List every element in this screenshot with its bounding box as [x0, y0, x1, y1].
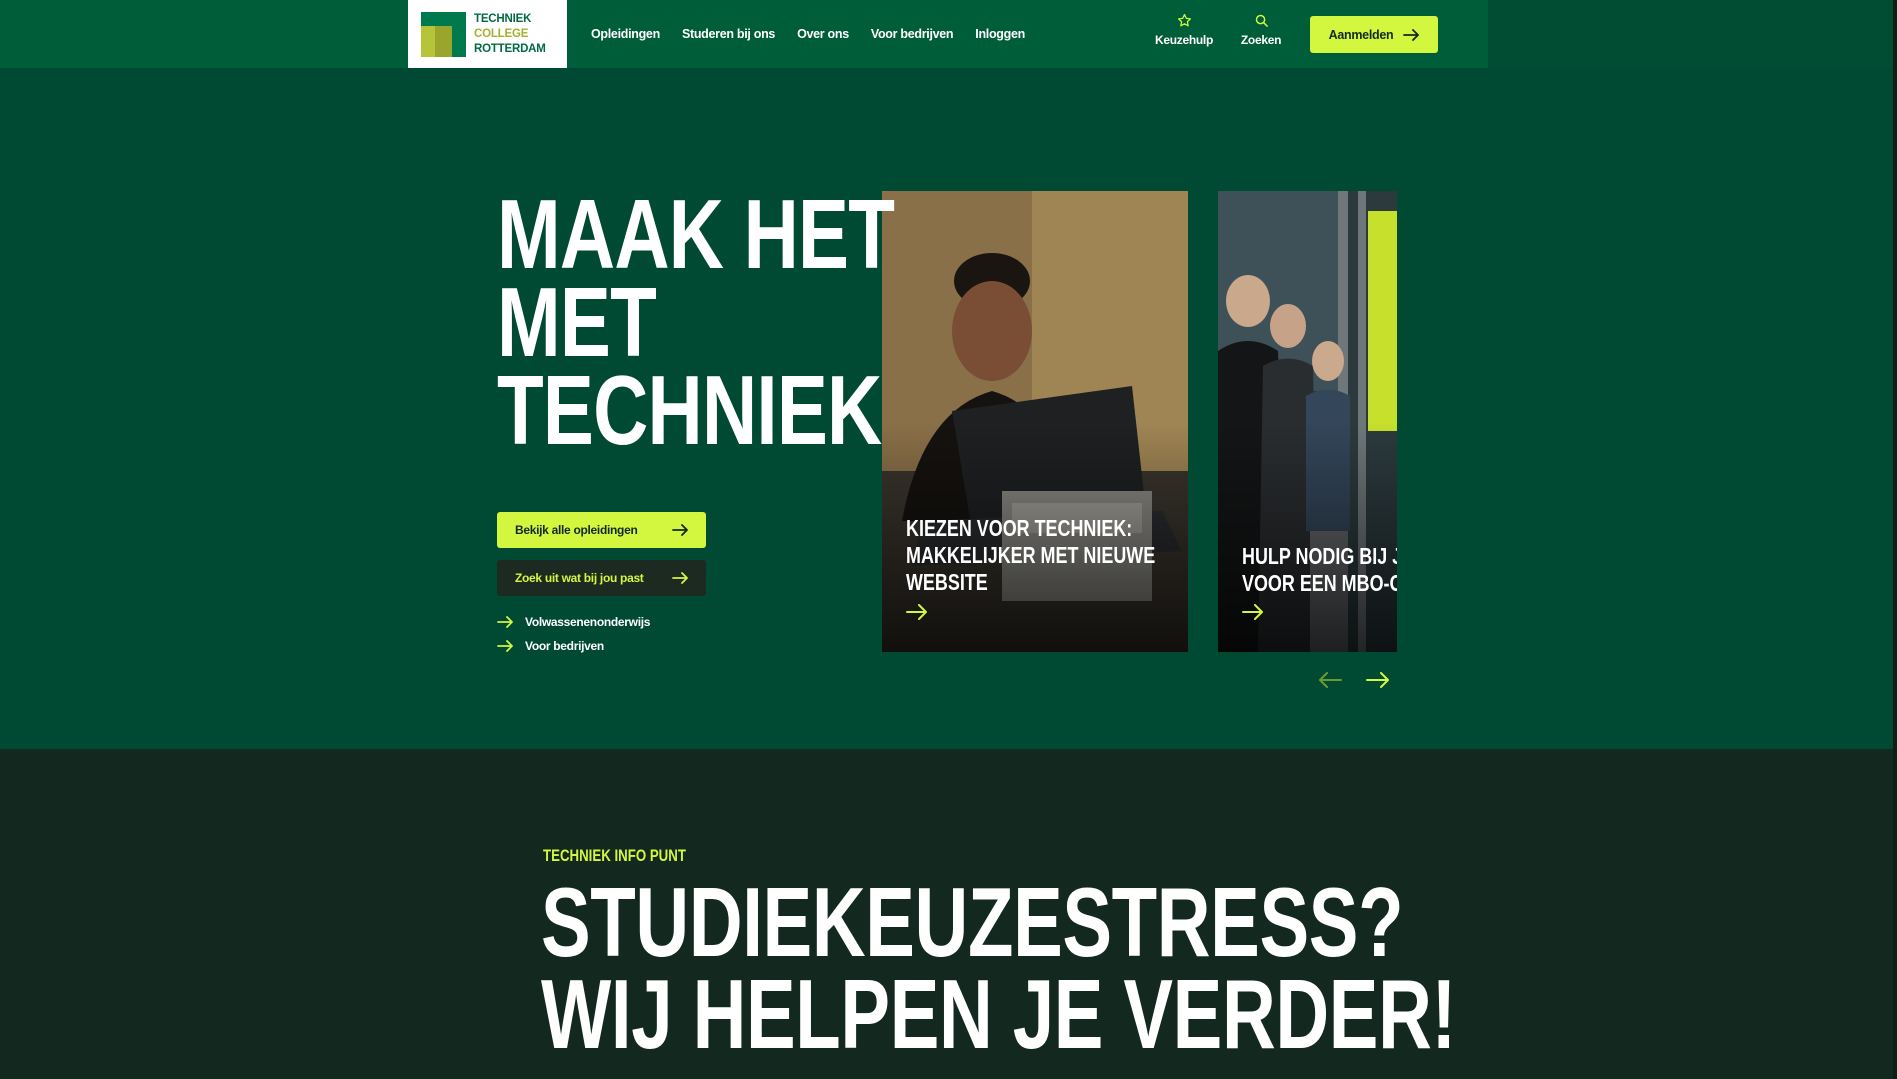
arrow-right-icon	[672, 524, 688, 536]
hero-title: MAAK HET MET TECHNIEK	[497, 179, 895, 465]
nav-item-over-ons[interactable]: Over ons	[797, 27, 849, 41]
card-title: KIEZEN VOOR TECHNIEK: MAKKELIJKER MET NI…	[906, 515, 1156, 595]
arrow-right-icon	[1242, 604, 1263, 620]
arrow-right-icon	[672, 572, 688, 584]
section-title: STUDIEKEUZESTRESS? WIJ HELPEN JE VERDER!	[541, 867, 1456, 1069]
link-label: Volwassenenonderwijs	[525, 615, 651, 629]
zoeken-button[interactable]: Zoeken	[1226, 13, 1296, 47]
carousel-prev-arrow-icon[interactable]	[1318, 672, 1342, 688]
arrow-right-icon	[906, 604, 927, 620]
link-volwassenenonderwijs[interactable]: Volwassenenonderwijs	[497, 615, 650, 629]
section-eyebrow: TECHNIEK INFO PUNT	[543, 846, 686, 865]
arrow-right-icon	[497, 640, 513, 652]
scrollbar[interactable]	[1893, 0, 1897, 1079]
carousel-next-arrow-icon[interactable]	[1366, 672, 1390, 688]
news-card-hulp-nodig[interactable]: HULP NODIG BIJ JE VOOR EEN MBO-OP	[1218, 191, 1397, 652]
zoek-uit-wat-bij-jou-past-button[interactable]: Zoek uit wat bij jou past	[497, 560, 706, 596]
link-voor-bedrijven[interactable]: Voor bedrijven	[497, 639, 604, 653]
arrow-right-icon	[497, 616, 513, 628]
star-icon	[1177, 13, 1191, 27]
link-label: Voor bedrijven	[525, 639, 604, 653]
main-navigation: Opleidingen Studeren bij ons Over ons Vo…	[591, 0, 1025, 68]
header-utility-area	[1488, 0, 1897, 68]
button-label: Zoek uit wat bij jou past	[515, 571, 644, 585]
nav-item-voor-bedrijven[interactable]: Voor bedrijven	[871, 27, 954, 41]
button-label: Bekijk alle opleidingen	[515, 523, 638, 537]
aanmelden-button[interactable]: Aanmelden	[1310, 16, 1438, 53]
nav-item-inloggen[interactable]: Inloggen	[975, 27, 1025, 41]
logo-wordmark: TECHNIEK COLLEGE ROTTERDAM	[474, 12, 546, 55]
search-icon	[1255, 14, 1268, 27]
arrow-right-icon	[1403, 28, 1420, 41]
zoeken-label: Zoeken	[1240, 33, 1282, 47]
keuzehulp-label: Keuzehulp	[1155, 33, 1213, 47]
nav-item-opleidingen[interactable]: Opleidingen	[591, 27, 660, 41]
site-logo[interactable]: TECHNIEK COLLEGE ROTTERDAM	[408, 0, 567, 68]
aanmelden-label: Aanmelden	[1328, 27, 1394, 42]
card-title: HULP NODIG BIJ JE VOOR EEN MBO-OP	[1242, 543, 1397, 596]
logo-mark-icon	[421, 11, 466, 57]
nav-item-studeren-bij-ons[interactable]: Studeren bij ons	[682, 27, 775, 41]
bekijk-alle-opleidingen-button[interactable]: Bekijk alle opleidingen	[497, 512, 706, 548]
keuzehulp-button[interactable]: Keuzehulp	[1149, 13, 1219, 47]
